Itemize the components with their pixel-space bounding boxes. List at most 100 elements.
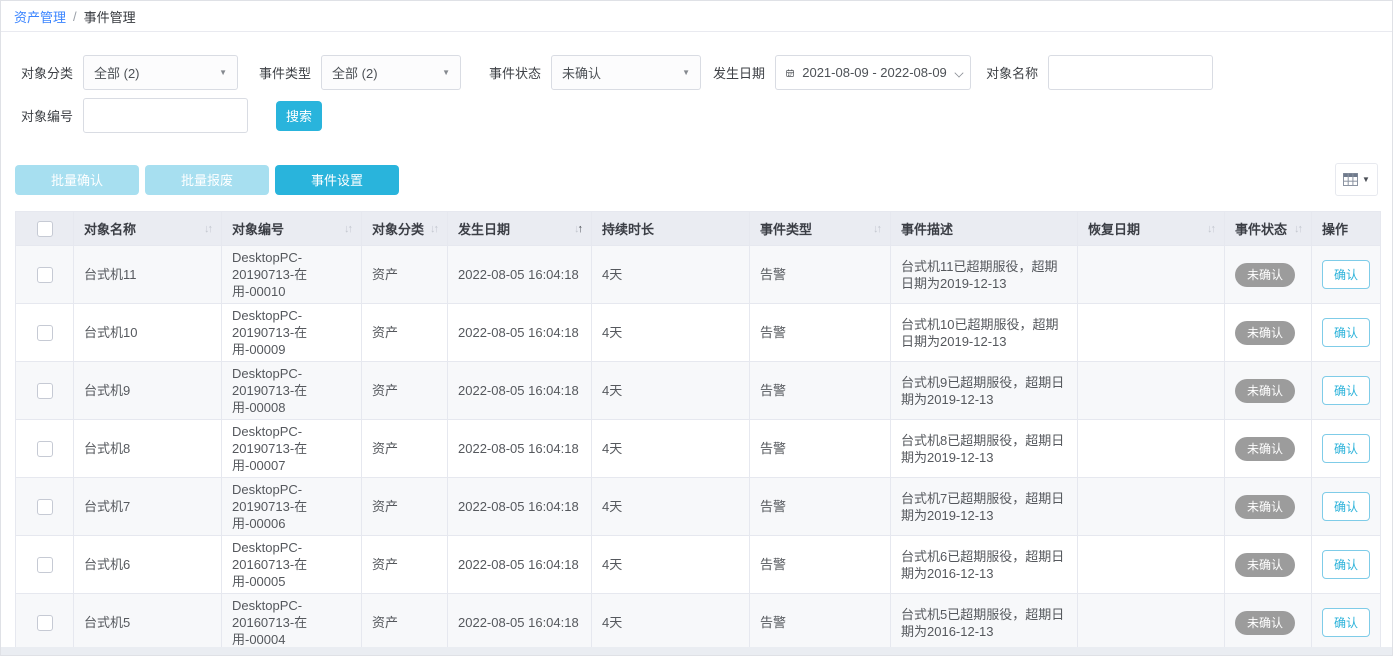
cell-status: 未确认 <box>1225 246 1312 304</box>
column-label: 事件状态 <box>1235 219 1287 238</box>
object-name-input[interactable] <box>1048 55 1213 90</box>
column-header-recovery_date[interactable]: 恢复日期↓↑ <box>1078 212 1225 246</box>
sort-arrows-icon[interactable]: ↓↑ <box>1294 223 1301 235</box>
cell-name: 台式机5 <box>74 594 222 652</box>
cell-code: DesktopPC-20190713-在用-00008 <box>222 362 362 420</box>
table-row: 台式机11DesktopPC-20190713-在用-00010资产2022-0… <box>16 246 1381 304</box>
status-badge: 未确认 <box>1235 611 1295 635</box>
status-badge: 未确认 <box>1235 263 1295 287</box>
cell-description: 台式机9已超期服役，超期日期为2019-12-13 <box>891 362 1078 420</box>
row-checkbox[interactable] <box>37 441 53 457</box>
cell-occur_date: 2022-08-05 16:04:18 <box>448 246 592 304</box>
cell-name: 台式机8 <box>74 420 222 478</box>
cell-recovery_date <box>1078 420 1225 478</box>
breadcrumb-separator: / <box>73 9 77 24</box>
breadcrumb-asset-management[interactable]: 资产管理 <box>14 7 66 26</box>
sort-arrows-icon[interactable]: ↓↑ <box>1207 223 1214 235</box>
row-checkbox[interactable] <box>37 615 53 631</box>
column-settings-button[interactable]: ▼ <box>1335 163 1378 196</box>
confirm-button[interactable]: 确认 <box>1322 260 1370 289</box>
row-checkbox[interactable] <box>37 383 53 399</box>
cell-status: 未确认 <box>1225 304 1312 362</box>
cell-status: 未确认 <box>1225 594 1312 652</box>
row-checkbox[interactable] <box>37 267 53 283</box>
toolbar-buttons: 批量确认 批量报废 事件设置 <box>15 165 405 195</box>
column-label: 对象编号 <box>232 219 284 238</box>
cell-event_type: 告警 <box>750 420 891 478</box>
cell-action: 确认 <box>1312 304 1381 362</box>
cell-category: 资产 <box>362 362 448 420</box>
filter-row-1: 对象分类 全部 (2) ▼ 事件类型 全部 (2) ▼ 事件状态 未确认 ▼ <box>15 55 1378 90</box>
breadcrumb-event-management: 事件管理 <box>84 7 136 26</box>
column-label: 事件类型 <box>760 219 812 238</box>
column-header-occur_date[interactable]: 发生日期↓↑ <box>448 212 592 246</box>
row-checkbox[interactable] <box>37 325 53 341</box>
row-checkbox-cell <box>16 246 74 304</box>
column-header-event_type[interactable]: 事件类型 ↓↑ <box>750 212 891 246</box>
column-header-category[interactable]: 对象分类 ↓↑ <box>362 212 448 246</box>
cell-duration: 4天 <box>592 362 750 420</box>
cell-event_type: 告警 <box>750 246 891 304</box>
select-all-checkbox[interactable] <box>37 221 53 237</box>
cell-action: 确认 <box>1312 420 1381 478</box>
confirm-button[interactable]: 确认 <box>1322 376 1370 405</box>
cell-event_type: 告警 <box>750 478 891 536</box>
sort-arrows-icon[interactable]: ↓↑ <box>430 223 437 235</box>
cell-duration: 4天 <box>592 536 750 594</box>
object-category-select[interactable]: 全部 (2) ▼ <box>83 55 238 90</box>
confirm-button[interactable]: 确认 <box>1322 550 1370 579</box>
batch-confirm-button[interactable]: 批量确认 <box>15 165 139 195</box>
column-label: 对象分类 <box>372 219 424 238</box>
sort-arrows-icon[interactable]: ↓↑ <box>344 223 351 235</box>
object-name-label: 对象名称 <box>986 63 1038 82</box>
cell-code: DesktopPC-20160713-在用-00004 <box>222 594 362 652</box>
confirm-button[interactable]: 确认 <box>1322 318 1370 347</box>
confirm-button[interactable]: 确认 <box>1322 608 1370 637</box>
event-status-label: 事件状态 <box>489 63 541 82</box>
status-badge: 未确认 <box>1235 495 1295 519</box>
column-header-name[interactable]: 对象名称 ↓↑ <box>74 212 222 246</box>
column-header-code[interactable]: 对象编号 ↓↑ <box>222 212 362 246</box>
row-checkbox-cell <box>16 304 74 362</box>
sort-arrows-icon[interactable]: ↓↑ <box>873 223 880 235</box>
cell-description: 台式机6已超期服役，超期日期为2016-12-13 <box>891 536 1078 594</box>
column-label: 对象名称 <box>84 219 136 238</box>
confirm-button[interactable]: 确认 <box>1322 492 1370 521</box>
cell-duration: 4天 <box>592 246 750 304</box>
cell-duration: 4天 <box>592 478 750 536</box>
occur-date-label: 发生日期 <box>713 63 765 82</box>
event-settings-button[interactable]: 事件设置 <box>275 165 399 195</box>
cell-occur_date: 2022-08-05 16:04:18 <box>448 304 592 362</box>
horizontal-scrollbar[interactable] <box>1 647 1392 655</box>
cell-status: 未确认 <box>1225 420 1312 478</box>
occur-date-range-picker[interactable]: 2021-08-09 - 2022-08-09 <box>775 55 971 90</box>
event-status-select[interactable]: 未确认 ▼ <box>551 55 701 90</box>
caret-down-icon: ▼ <box>1362 175 1370 184</box>
cell-recovery_date <box>1078 478 1225 536</box>
cell-category: 资产 <box>362 246 448 304</box>
column-header-status[interactable]: 事件状态 ↓↑ <box>1225 212 1312 246</box>
row-checkbox-cell <box>16 478 74 536</box>
table-row: 台式机10DesktopPC-20190713-在用-00009资产2022-0… <box>16 304 1381 362</box>
column-header-description: 事件描述 <box>891 212 1078 246</box>
row-checkbox[interactable] <box>37 557 53 573</box>
chevron-down-icon <box>955 68 960 77</box>
event-management-page: 资产管理 / 事件管理 对象分类 全部 (2) ▼ 事件类型 全部 (2) ▼ … <box>0 0 1393 656</box>
status-badge: 未确认 <box>1235 321 1295 345</box>
cell-name: 台式机10 <box>74 304 222 362</box>
table-columns-icon <box>1343 173 1358 186</box>
event-type-select[interactable]: 全部 (2) ▼ <box>321 55 461 90</box>
row-checkbox[interactable] <box>37 499 53 515</box>
sort-arrows-icon[interactable]: ↓↑ <box>574 223 581 235</box>
cell-action: 确认 <box>1312 246 1381 304</box>
cell-category: 资产 <box>362 536 448 594</box>
sort-arrows-icon[interactable]: ↓↑ <box>204 223 211 235</box>
object-code-input[interactable] <box>83 98 248 133</box>
cell-action: 确认 <box>1312 594 1381 652</box>
search-button[interactable]: 搜索 <box>276 101 322 131</box>
column-label: 操作 <box>1322 219 1348 238</box>
batch-scrap-button[interactable]: 批量报废 <box>145 165 269 195</box>
cell-name: 台式机9 <box>74 362 222 420</box>
confirm-button[interactable]: 确认 <box>1322 434 1370 463</box>
row-checkbox-cell <box>16 362 74 420</box>
